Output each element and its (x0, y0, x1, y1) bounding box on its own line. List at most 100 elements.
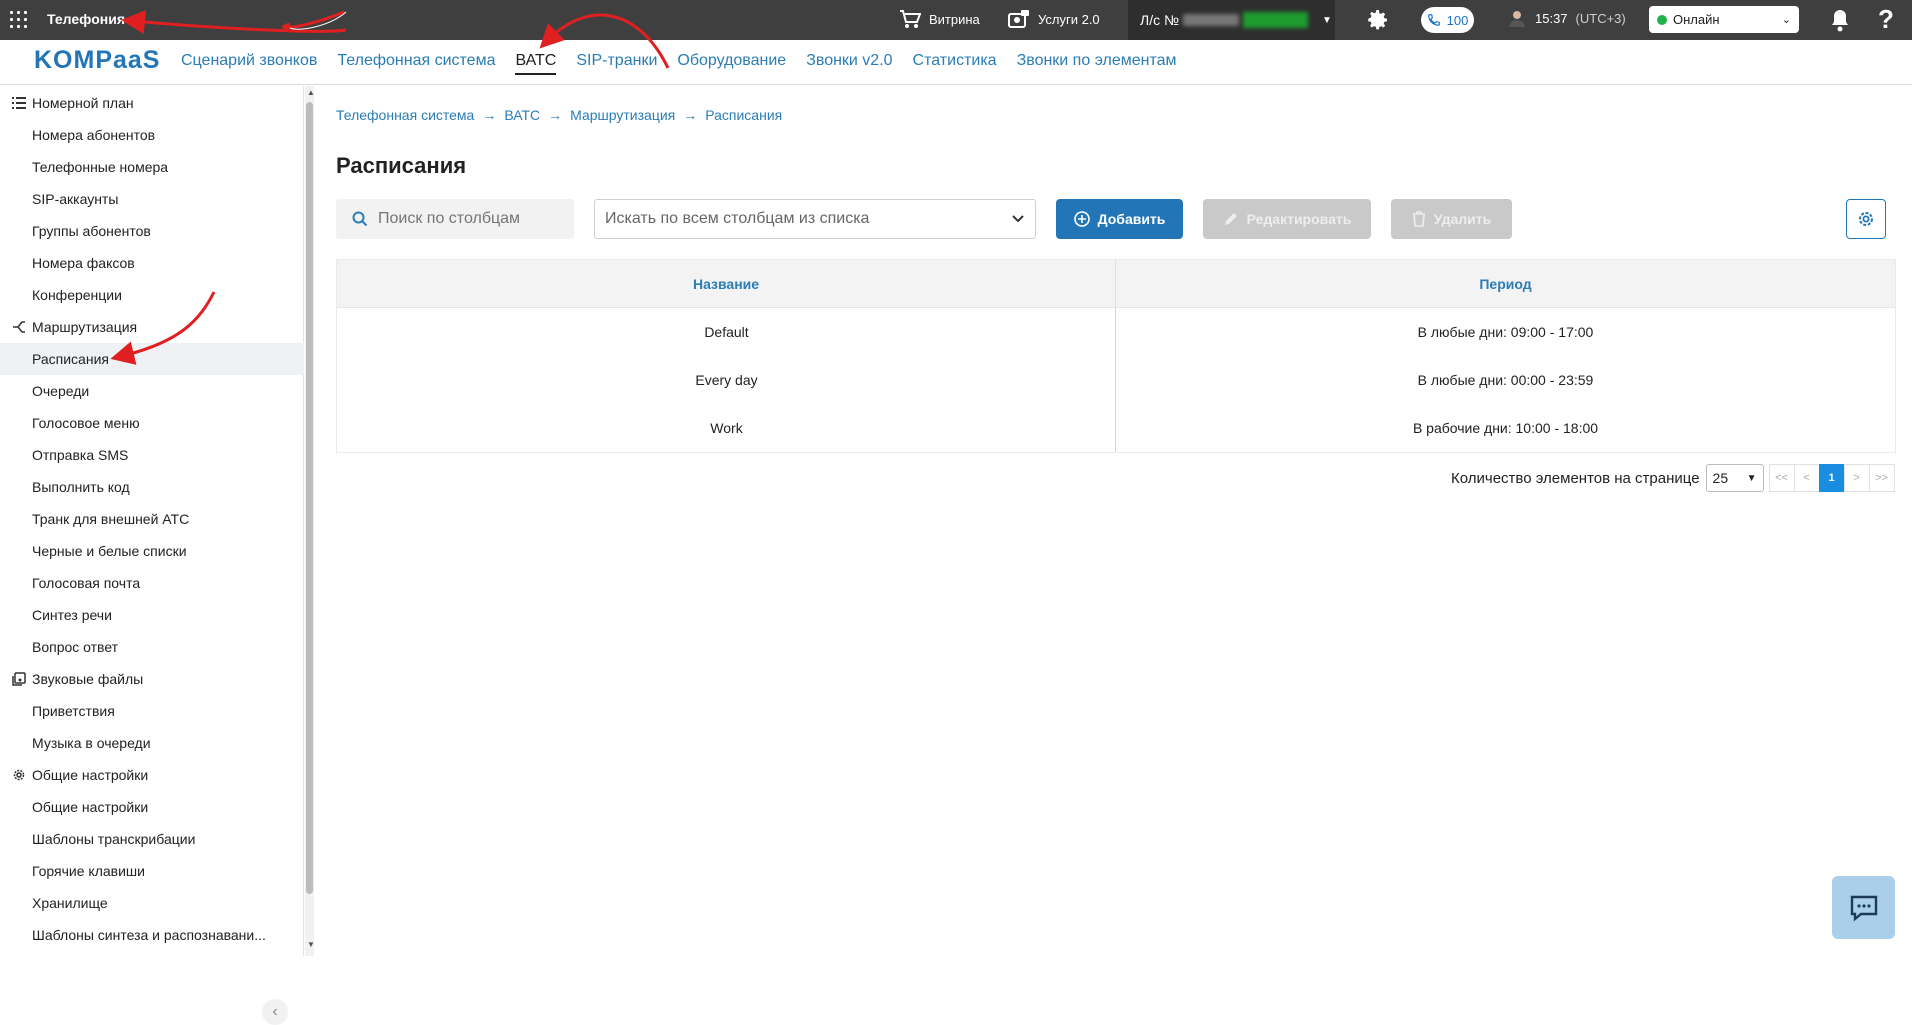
account-selector[interactable]: Л/с № ▼ (1128, 0, 1335, 40)
arrow-right-icon: → (548, 107, 563, 123)
cart-icon (900, 10, 921, 28)
sidebar-item-storage[interactable]: Хранилище (0, 887, 304, 919)
settings-gear-icon[interactable] (1366, 8, 1390, 37)
sidebar-item-label: Номера абонентов (32, 127, 156, 143)
breadcrumb: Телефонная система → ВАТС → Маршрутизаци… (336, 107, 782, 123)
table-row[interactable]: Every day В любые дни: 00:00 - 23:59 (337, 356, 1895, 404)
sidebar-item-subscriber-numbers[interactable]: Номера абонентов (0, 119, 304, 151)
services-link[interactable]: Услуги 2.0 (1008, 9, 1100, 29)
active-calls-badge[interactable]: 100 (1421, 7, 1474, 33)
sidebar-group-routing[interactable]: Маршрутизация (0, 311, 304, 343)
sidebar-item-label: Отправка SMS (32, 447, 129, 463)
table-row[interactable]: Work В рабочие дни: 10:00 - 18:00 (337, 404, 1895, 452)
notifications-bell-icon[interactable] (1829, 8, 1851, 37)
current-page-button[interactable]: 1 (1818, 464, 1845, 492)
sidebar-item-subscriber-groups[interactable]: Группы абонентов (0, 215, 304, 247)
sidebar-group-sound-files[interactable]: Звуковые файлы (0, 663, 304, 695)
search-columns-value: Искать по всем столбцам из списка (605, 210, 870, 227)
tab-vats[interactable]: ВАТС (515, 52, 557, 75)
sidebar-item-fax-numbers[interactable]: Номера факсов (0, 247, 304, 279)
sidebar-item-synthesis-recognition-templates[interactable]: Шаблоны синтеза и распознавани... (0, 919, 304, 951)
search-input[interactable] (378, 210, 568, 228)
online-status-icon (1657, 14, 1667, 25)
arrow-right-icon: → (482, 107, 497, 123)
sidebar-item-hotkeys[interactable]: Горячие клавиши (0, 855, 304, 887)
sidebar-item-conferences[interactable]: Конференции (0, 279, 304, 311)
delete-button[interactable]: Удалить (1391, 199, 1512, 239)
help-icon[interactable]: ? (1878, 4, 1894, 35)
tab-statistics[interactable]: Статистика (913, 52, 997, 75)
showcase-link[interactable]: Витрина (899, 9, 980, 29)
sidebar-item-external-pbx-trunk[interactable]: Транк для внешней АТС (0, 503, 304, 535)
search-columns-select[interactable]: Искать по всем столбцам из списка (594, 199, 1036, 239)
sidebar-item-label: Общие настройки (32, 767, 149, 783)
sidebar-item-label: Хранилище (32, 895, 108, 911)
app-title[interactable]: Телефония (47, 11, 125, 27)
tab-phone-system[interactable]: Телефонная система (337, 52, 495, 75)
user-avatar-icon (1509, 11, 1525, 27)
tab-call-scenario[interactable]: Сценарий звонков (181, 52, 317, 75)
sidebar-item-voicemail[interactable]: Голосовая почта (0, 567, 304, 599)
table-settings-gear-button[interactable] (1846, 199, 1886, 239)
collapse-sidebar-chevron-left-icon[interactable]: ‹ (262, 999, 288, 1025)
sidebar-item-black-white-lists[interactable]: Черные и белые списки (0, 535, 304, 567)
sidebar-item-voice-menu[interactable]: Голосовое меню (0, 407, 304, 439)
tab-sip-trunks[interactable]: SIP-транки (576, 52, 657, 75)
status-select[interactable]: Онлайн ⌄ (1649, 6, 1799, 33)
column-header-period[interactable]: Период (1116, 260, 1895, 308)
next-page-button[interactable]: > (1843, 464, 1870, 492)
column-header-name[interactable]: Название (337, 260, 1116, 308)
table-row[interactable]: Default В любые дни: 09:00 - 17:00 (337, 308, 1895, 356)
schedules-table: Название Период Default В любые дни: 09:… (336, 259, 1896, 453)
sidebar-item-transcription-templates[interactable]: Шаблоны транскрибации (0, 823, 304, 855)
breadcrumb-routing[interactable]: Маршрутизация (570, 107, 675, 123)
sidebar-group-numbering-plan[interactable]: Номерной план (0, 87, 304, 119)
sidebar-item-queue-music[interactable]: Музыка в очереди (0, 727, 304, 759)
sidebar-item-greetings[interactable]: Приветствия (0, 695, 304, 727)
tab-calls-by-elements[interactable]: Звонки по элементам (1017, 52, 1177, 75)
sidebar-item-question-answer[interactable]: Вопрос ответ (0, 631, 304, 663)
breadcrumb-schedules[interactable]: Расписания (705, 107, 782, 123)
services-icon (1008, 10, 1029, 28)
nav-tabs: Сценарий звонков Телефонная система ВАТС… (181, 52, 1177, 75)
apps-grid-icon[interactable] (10, 11, 28, 29)
sidebar-item-label: Номера факсов (32, 255, 135, 271)
first-page-button[interactable]: << (1768, 464, 1795, 492)
sidebar-item-general-settings[interactable]: Общие настройки (0, 791, 304, 823)
sidebar-item-sip-accounts[interactable]: SIP-аккаунты (0, 183, 304, 215)
edit-button[interactable]: Редактировать (1203, 199, 1371, 239)
page-title: Расписания (336, 153, 467, 178)
sidebar-item-label: Номерной план (32, 95, 134, 111)
chat-widget-button[interactable] (1832, 876, 1895, 939)
tab-calls-v2[interactable]: Звонки v2.0 (806, 52, 892, 75)
sidebar-item-execute-code[interactable]: Выполнить код (0, 471, 304, 503)
last-page-button[interactable]: >> (1868, 464, 1895, 492)
cell-name: Work (710, 420, 743, 436)
add-button[interactable]: Добавить (1056, 199, 1183, 239)
sidebar-item-speech-synthesis[interactable]: Синтез речи (0, 599, 304, 631)
sidebar-group-general-settings[interactable]: Общие настройки (0, 759, 304, 791)
sidebar-item-label: Конференции (32, 287, 122, 303)
sidebar-item-send-sms[interactable]: Отправка SMS (0, 439, 304, 471)
page-size-value: 25 (1712, 470, 1729, 486)
scroll-down-arrow-icon[interactable]: ▼ (307, 940, 315, 949)
tab-equipment[interactable]: Оборудование (677, 52, 786, 75)
breadcrumb-vats[interactable]: ВАТС (504, 107, 540, 123)
chevron-down-icon: ▼ (1322, 14, 1332, 26)
sidebar-item-phone-numbers[interactable]: Телефонные номера (0, 151, 304, 183)
sidebar-item-schedules[interactable]: Расписания (0, 343, 304, 375)
chevron-down-icon (1012, 215, 1024, 223)
column-search[interactable] (336, 199, 574, 239)
sidebar-scrollbar-thumb[interactable] (306, 102, 313, 894)
cell-period: В рабочие дни: 10:00 - 18:00 (1412, 420, 1599, 436)
showcase-label: Витрина (929, 11, 980, 27)
sidebar-item-label: Выполнить код (32, 479, 130, 495)
sidebar-item-label: Звуковые файлы (32, 671, 144, 687)
sidebar-item-label: Маршрутизация (32, 319, 138, 335)
page-size-select[interactable]: 25 ▼ (1705, 464, 1764, 492)
breadcrumb-phone-system[interactable]: Телефонная система (336, 107, 474, 123)
scroll-up-arrow-icon[interactable]: ▲ (307, 88, 315, 97)
kompaas-logo[interactable]: KOMPaaS (34, 46, 160, 75)
prev-page-button[interactable]: < (1793, 464, 1820, 492)
sidebar-item-queues[interactable]: Очереди (0, 375, 304, 407)
